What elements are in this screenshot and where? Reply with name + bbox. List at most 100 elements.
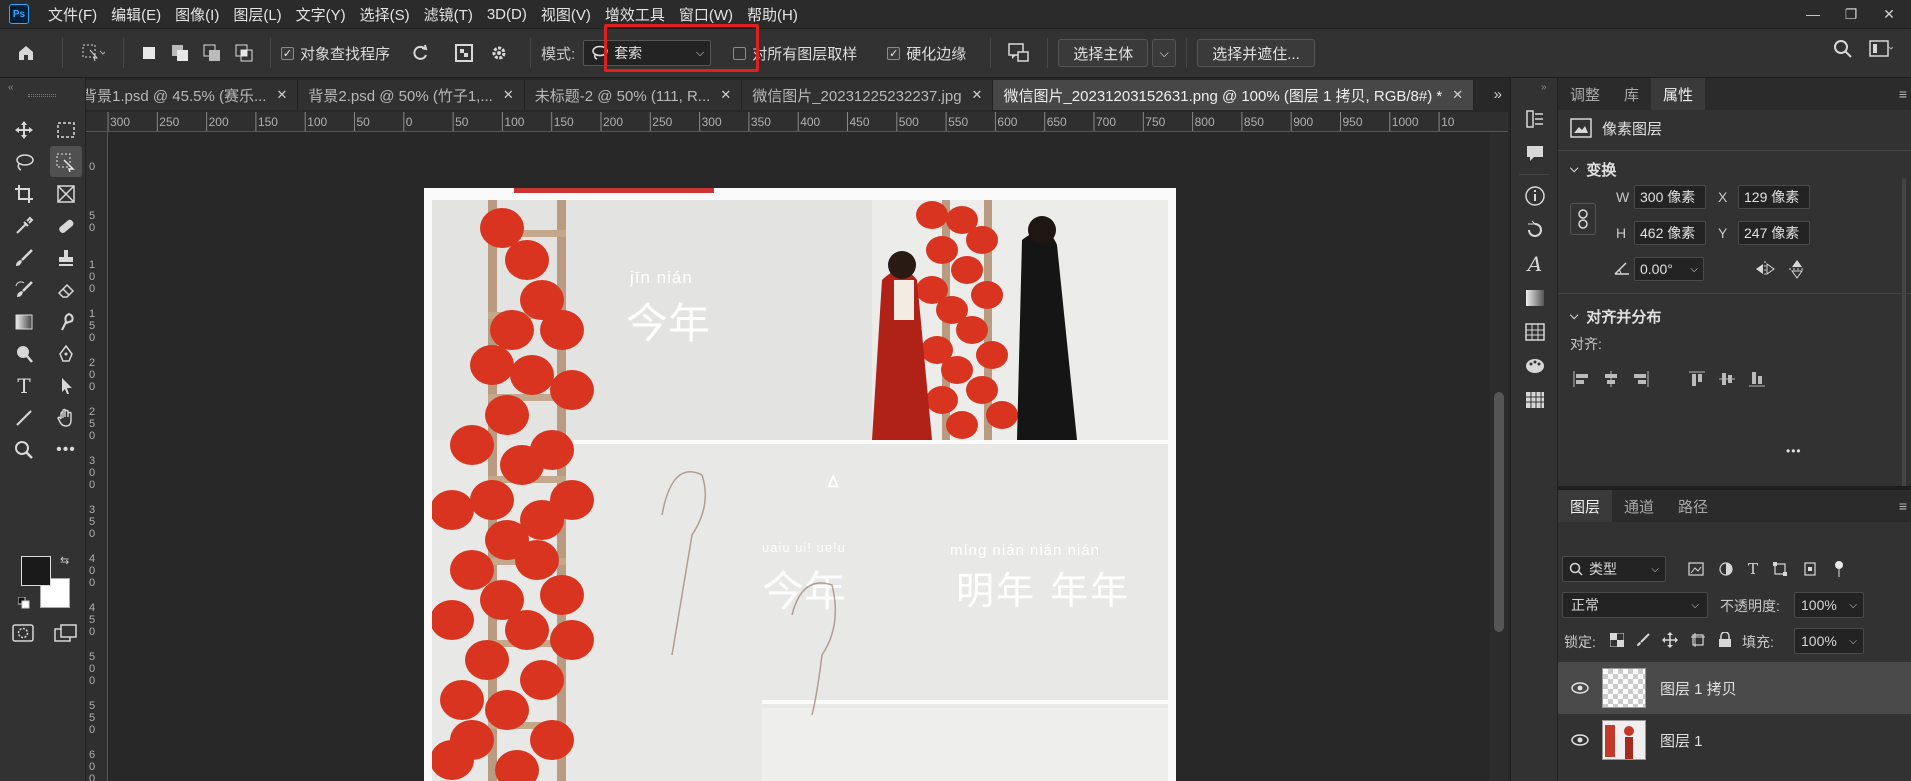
restore-icon[interactable]: ❐ [1843,6,1859,23]
layer-row[interactable]: 图层 1 [1558,714,1911,766]
marquee-tool-icon[interactable] [50,114,82,145]
home-icon[interactable] [0,38,52,68]
search-icon[interactable] [1833,39,1853,63]
select-and-mask-button[interactable]: 选择并遮住... [1197,39,1315,67]
select-subject-dropdown[interactable]: ⌵ [1152,39,1177,67]
menu-image[interactable]: 图像(I) [168,4,226,25]
intersect-selection-icon[interactable] [228,38,260,68]
eye-icon[interactable] [1570,733,1590,747]
fill-field[interactable]: 100% ⌵ [1794,628,1864,654]
menu-edit[interactable]: 编辑(E) [104,4,168,25]
close-tab-icon[interactable]: ✕ [972,87,983,103]
menu-type[interactable]: 文字(Y) [289,4,353,25]
eye-icon[interactable] [1570,681,1590,695]
lock-position-icon[interactable] [1662,632,1678,648]
smudge-tool-icon[interactable] [50,306,82,337]
filter-type-icon[interactable]: T [1748,560,1758,578]
layer-filter-dropdown[interactable]: 类型 ⌵ [1562,556,1666,582]
more-tabs-icon[interactable]: » [1494,86,1502,103]
filter-pixel-icon[interactable] [1688,562,1704,576]
height-field[interactable]: 462 像素 [1634,221,1706,245]
vertical-scrollbar[interactable] [1490,132,1508,781]
document-tab[interactable]: 微信图片_20231225232237.jpg ✕ [742,80,994,110]
lock-artboard-icon[interactable] [1690,632,1706,648]
menu-view[interactable]: 视图(V) [534,4,598,25]
harden-edges-checkbox[interactable]: ✓ 硬化边缘 [887,43,966,64]
opacity-field[interactable]: 100% ⌵ [1794,592,1864,618]
dodge-tool-icon[interactable] [8,338,40,369]
pen-tool-icon[interactable] [50,338,82,369]
menu-3d[interactable]: 3D(D) [480,6,534,23]
path-selection-tool-icon[interactable] [50,370,82,401]
collapse-icon[interactable]: « [8,82,14,93]
feedback-icon[interactable] [1001,38,1037,68]
gradient-tool-icon[interactable] [8,306,40,337]
menu-plugins[interactable]: 增效工具 [598,4,672,25]
object-selection-tool-icon[interactable] [50,146,82,177]
more-tools-icon[interactable]: ••• [50,434,82,465]
angle-field[interactable]: 0.00° ⌵ [1634,257,1704,281]
collapse-icon[interactable]: » [1511,78,1557,102]
lasso-tool-icon[interactable] [8,146,40,177]
tab-paths[interactable]: 路径 [1666,490,1720,522]
canvas-area[interactable]: jīn nián 今年 ㅿ uaiu ui! uɐ!u 今年 míng nián… [108,132,1488,781]
document-tab[interactable]: 背景1.psd @ 45.5% (赛乐... ✕ [86,80,299,110]
align-horizontal-center-icon[interactable] [1602,370,1620,388]
panel-grip[interactable] [28,94,56,97]
show-all-objects-icon[interactable] [450,38,478,68]
brush-tool-icon[interactable] [8,242,40,273]
swap-colors-icon[interactable]: ⇆ [60,554,69,567]
menu-filter[interactable]: 滤镜(T) [417,4,480,25]
link-icon[interactable] [1570,203,1596,235]
transform-header[interactable]: ⌵ 变换 [1558,155,1911,183]
history-states-icon[interactable] [1511,213,1559,247]
hand-tool-icon[interactable] [50,402,82,433]
refresh-icon[interactable] [390,38,450,68]
filter-smart-object-icon[interactable] [1802,561,1818,577]
lock-paint-icon[interactable] [1636,633,1650,647]
document-tab[interactable]: 背景2.psd @ 50% (竹子1,... ✕ [298,80,525,110]
panel-menu-icon[interactable]: ≡ [1899,498,1911,514]
properties-scrollbar[interactable] [1902,178,1906,488]
tab-libraries[interactable]: 库 [1612,78,1651,110]
color-palette-icon[interactable] [1511,349,1559,383]
tab-adjustments[interactable]: 调整 [1558,78,1612,110]
x-field[interactable]: 129 像素 [1738,185,1810,209]
eyedropper-tool-icon[interactable] [8,210,40,241]
scrollbar-thumb[interactable] [1494,392,1504,632]
align-vertical-center-icon[interactable] [1718,370,1736,388]
eraser-tool-icon[interactable] [50,274,82,305]
align-distribute-header[interactable]: ⌵ 对齐并分布 [1558,302,1911,330]
history-brush-tool-icon[interactable] [8,274,40,305]
gradients-icon[interactable] [1511,281,1559,315]
align-right-icon[interactable] [1632,370,1650,388]
panel-menu-icon[interactable]: ≡ [1899,86,1911,102]
flip-horizontal-icon[interactable] [1754,260,1776,278]
type-tool-icon[interactable]: T [8,370,40,401]
filter-shape-icon[interactable] [1772,561,1788,577]
info-icon[interactable] [1511,179,1559,213]
more-options-icon[interactable]: ••• [1786,444,1802,458]
line-tool-icon[interactable] [8,402,40,433]
foreground-color-swatch[interactable] [21,556,51,586]
menu-layer[interactable]: 图层(L) [226,4,288,25]
frame-tool-icon[interactable] [50,178,82,209]
screen-mode-icon[interactable] [54,624,78,647]
history-icon[interactable] [1511,102,1559,136]
blend-mode-dropdown[interactable]: 正常 ⌵ [1562,592,1708,618]
add-to-selection-icon[interactable] [164,38,196,68]
swatches-grid-icon[interactable] [1511,383,1559,417]
gear-icon[interactable] [478,38,520,68]
workspace-icon[interactable] [1869,39,1894,63]
comments-icon[interactable] [1511,136,1559,170]
close-tab-icon[interactable]: ✕ [503,87,514,103]
lock-transparent-icon[interactable] [1610,633,1624,647]
close-tab-icon[interactable]: ✕ [276,87,287,103]
minimize-icon[interactable]: — [1805,6,1821,22]
crop-tool-icon[interactable] [8,178,40,209]
width-field[interactable]: 300 像素 [1634,185,1706,209]
menu-window[interactable]: 窗口(W) [672,4,740,25]
menu-file[interactable]: 文件(F) [41,4,104,25]
close-icon[interactable]: ✕ [1881,6,1897,23]
align-left-icon[interactable] [1572,370,1590,388]
